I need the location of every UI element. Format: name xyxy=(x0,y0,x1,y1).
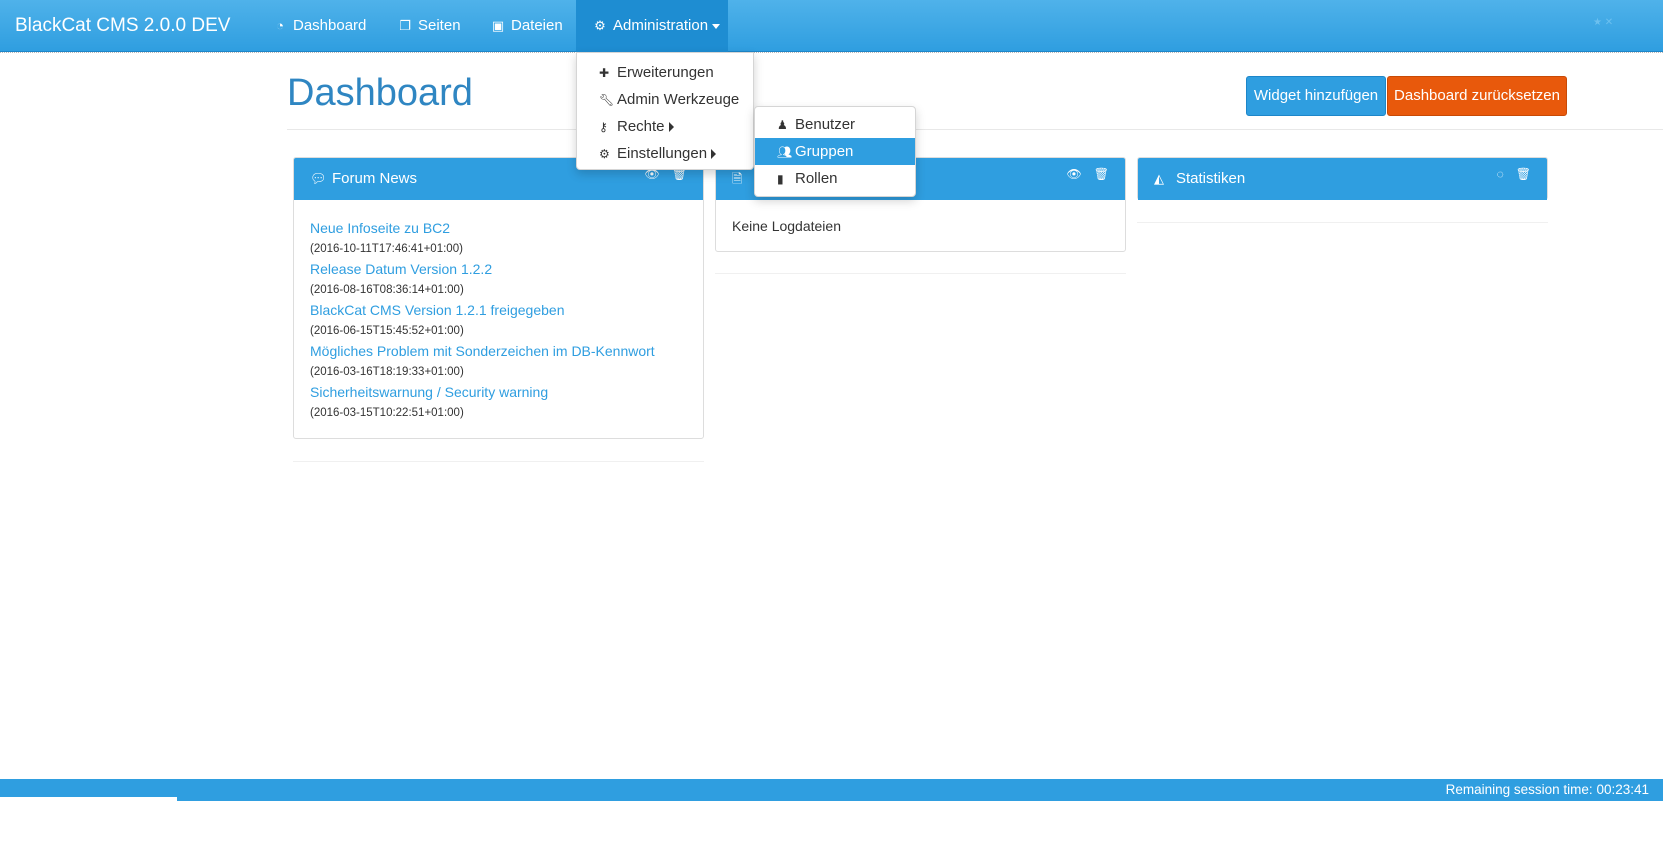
menu-item-rechte-label: Rechte xyxy=(617,118,665,135)
comments-icon: 💬︎ xyxy=(310,171,327,186)
pages-icon: ❐ xyxy=(399,18,411,33)
add-widget-button[interactable]: Widget hinzufügen xyxy=(1246,76,1386,116)
nav-seiten-label: Seiten xyxy=(418,17,461,34)
key-icon: ⚷ xyxy=(599,120,608,134)
gears-icon: ⚙ xyxy=(599,147,610,161)
menu-item-admin-werkzeuge-label: Admin Werkzeuge xyxy=(617,91,740,108)
statistics-title-text: Statistiken xyxy=(1176,170,1246,187)
submenu-item-rollen-label: Rollen xyxy=(795,170,838,187)
eye-slash-icon[interactable]: ◌ xyxy=(1497,167,1504,181)
logs-tools: 👁︎ 🗑︎ xyxy=(1055,167,1109,181)
user-icon: ♟ xyxy=(777,118,788,132)
page-title: Dashboard xyxy=(287,72,473,114)
news-date: (2016-03-15T10:22:51+01:00) xyxy=(310,407,464,419)
header-divider xyxy=(287,129,1663,130)
news-link[interactable]: Release Datum Version 1.2.2 xyxy=(310,259,687,280)
menu-item-rechte[interactable]: ⚷ Rechte xyxy=(577,113,753,140)
no-logs-message: Keine Logdateien xyxy=(732,218,841,234)
bookmark-icon: ▮ xyxy=(777,172,784,186)
news-link[interactable]: Mögliches Problem mit Sonderzeichen im D… xyxy=(310,341,687,362)
statistics-drop-zone xyxy=(1137,222,1548,223)
submenu-item-benutzer[interactable]: ♟ Benutzer xyxy=(755,111,915,138)
navbar-divider xyxy=(0,52,1663,53)
session-progress-bar xyxy=(0,797,177,801)
wrench-icon: 🔧︎ xyxy=(599,93,615,107)
statistics-widget: ◭ Statistiken ◌ 🗑︎ xyxy=(1137,157,1548,200)
menu-item-einstellungen-label: Einstellungen xyxy=(617,145,708,162)
reset-dashboard-button[interactable]: Dashboard zurücksetzen xyxy=(1387,76,1567,116)
forum-news-title: 💬︎ Forum News xyxy=(310,158,417,200)
session-time: Remaining session time: 00:23:41 xyxy=(1445,782,1649,797)
logs-drop-zone xyxy=(715,273,1126,274)
rechte-submenu: ♟ Benutzer 👥︎ Gruppen ▮ Rollen xyxy=(754,106,916,197)
nav-dateien[interactable]: ▣ Dateien xyxy=(474,0,579,52)
footer-bar: Remaining session time: 00:23:41 xyxy=(0,779,1663,801)
trash-icon[interactable]: 🗑︎ xyxy=(1516,167,1531,181)
news-link[interactable]: Neue Infoseite zu BC2 xyxy=(310,218,687,239)
puzzle-icon: ✚ xyxy=(599,66,610,80)
nav-administration-label: Administration xyxy=(613,17,709,34)
statistics-title: ◭ Statistiken xyxy=(1154,158,1245,200)
submenu-item-gruppen[interactable]: 👥︎ Gruppen xyxy=(755,138,915,165)
eye-icon[interactable]: 👁︎ xyxy=(1067,167,1082,181)
menu-item-einstellungen[interactable]: ⚙ Einstellungen xyxy=(577,140,753,167)
news-date: (2016-10-11T17:46:41+01:00) xyxy=(310,243,463,255)
users-icon: 👥︎ xyxy=(777,145,793,159)
menu-item-admin-werkzeuge[interactable]: 🔧︎ Admin Werkzeuge xyxy=(577,86,753,113)
news-list: Neue Infoseite zu BC2 (2016-10-11T17:46:… xyxy=(294,200,703,423)
administration-menu: ✚ Erweiterungen 🔧︎ Admin Werkzeuge ⚷ Rechte… xyxy=(576,52,754,170)
nav-dateien-label: Dateien xyxy=(511,17,563,34)
files-icon: ▣ xyxy=(491,18,505,33)
chevron-right-icon xyxy=(711,149,717,160)
nav-seiten[interactable]: ❐ Seiten xyxy=(381,0,477,52)
news-date: (2016-06-15T15:45:52+01:00) xyxy=(310,325,464,337)
trash-icon[interactable]: 🗑︎ xyxy=(1094,167,1109,181)
area-chart-icon: ◭ xyxy=(1154,171,1164,186)
nav-dashboard[interactable]: ◔ Dashboard xyxy=(256,0,382,52)
menu-item-erweiterungen-label: Erweiterungen xyxy=(617,64,714,81)
submenu-item-benutzer-label: Benutzer xyxy=(795,116,856,133)
dashboard-icon: ◔ xyxy=(276,18,284,33)
chevron-right-icon xyxy=(668,122,674,133)
news-link[interactable]: BlackCat CMS Version 1.2.1 freigegeben xyxy=(310,300,687,321)
top-navbar: BlackCat CMS 2.0.0 DEV ◔ Dashboard ❐ Seite… xyxy=(0,0,1663,52)
submenu-item-gruppen-label: Gruppen xyxy=(795,143,854,160)
brand-title[interactable]: BlackCat CMS 2.0.0 DEV xyxy=(15,0,230,52)
faint-icon-area: ★ ✕ xyxy=(1593,17,1614,28)
news-link[interactable]: Sicherheitswarnung / Security warning xyxy=(310,382,687,403)
gears-icon: ⚙ xyxy=(594,18,606,33)
statistics-header: ◭ Statistiken ◌ 🗑︎ xyxy=(1138,158,1547,200)
news-date: (2016-08-16T08:36:14+01:00) xyxy=(310,284,464,296)
nav-dashboard-label: Dashboard xyxy=(293,17,367,34)
forum-news-drop-zone xyxy=(293,461,704,462)
statistics-tools: ◌ 🗑︎ xyxy=(1485,167,1531,181)
menu-item-erweiterungen[interactable]: ✚ Erweiterungen xyxy=(577,59,753,86)
forum-news-widget: 💬︎ Forum News 👁︎ 🗑︎ Neue Infoseite zu BC2 … xyxy=(293,157,704,439)
news-date: (2016-03-16T18:19:33+01:00) xyxy=(310,366,464,378)
chevron-down-icon xyxy=(712,23,721,29)
submenu-item-rollen[interactable]: ▮ Rollen xyxy=(755,165,915,192)
nav-administration[interactable]: ⚙ Administration xyxy=(576,0,728,52)
forum-news-title-text: Forum News xyxy=(332,170,418,187)
